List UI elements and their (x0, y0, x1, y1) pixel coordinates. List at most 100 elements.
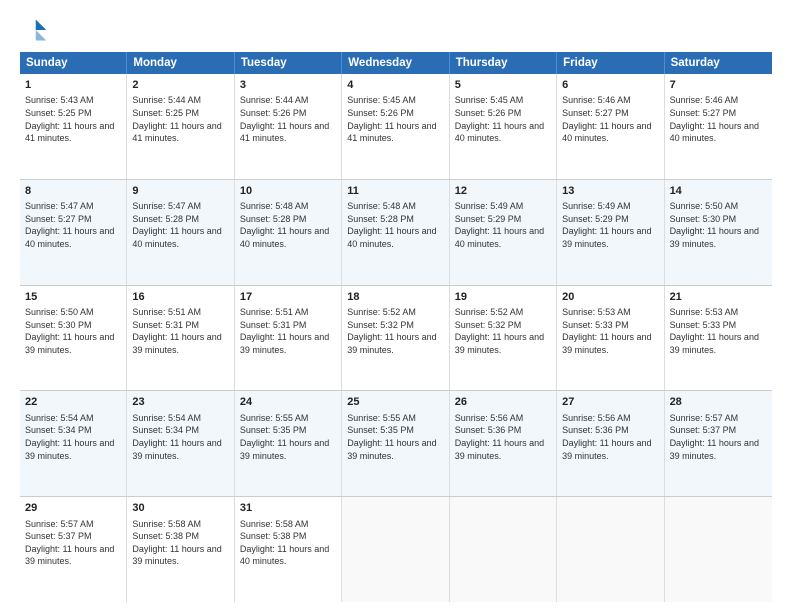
day-info: Sunset: 5:35 PM (240, 424, 336, 437)
day-info: Daylight: 11 hours and 39 minutes. (240, 331, 336, 356)
day-info: Sunrise: 5:53 AM (670, 306, 767, 319)
day-info: Sunrise: 5:53 AM (562, 306, 658, 319)
day-info: Daylight: 11 hours and 39 minutes. (670, 331, 767, 356)
cal-cell: 17Sunrise: 5:51 AMSunset: 5:31 PMDayligh… (235, 286, 342, 391)
cal-cell: 24 Sunrise: 5:55 AMSunset: 5:35 PMDayligh… (235, 391, 342, 496)
day-info: Daylight: 11 hours and 39 minutes. (455, 437, 551, 462)
cal-cell: 12Sunrise: 5:49 AMSunset: 5:29 PMDayligh… (450, 180, 557, 285)
day-number: 3 (240, 78, 336, 93)
day-info: Daylight: 11 hours and 39 minutes. (455, 331, 551, 356)
day-number: 5 (455, 78, 551, 93)
day-info: Daylight: 11 hours and 39 minutes. (240, 437, 336, 462)
day-info: Sunrise: 5:43 AM (25, 94, 121, 107)
cal-cell: 4Sunrise: 5:45 AMSunset: 5:26 PMDaylight… (342, 74, 449, 179)
day-info: Sunrise: 5:52 AM (347, 306, 443, 319)
cal-cell: 18Sunrise: 5:52 AMSunset: 5:32 PMDayligh… (342, 286, 449, 391)
cal-cell: 22Sunrise: 5:54 AMSunset: 5:34 PMDayligh… (20, 391, 127, 496)
cal-cell: 27Sunrise: 5:56 AMSunset: 5:36 PMDayligh… (557, 391, 664, 496)
cal-cell: 13Sunrise: 5:49 AMSunset: 5:29 PMDayligh… (557, 180, 664, 285)
day-info: Sunset: 5:38 PM (240, 530, 336, 543)
day-number: 7 (670, 78, 767, 93)
day-number: 14 (670, 184, 767, 199)
day-info: Sunset: 5:32 PM (347, 319, 443, 332)
calendar-header: Sunday Monday Tuesday Wednesday Thursday… (20, 52, 772, 74)
day-number: 28 (670, 395, 767, 410)
day-number: 6 (562, 78, 658, 93)
week-row-4: 22Sunrise: 5:54 AMSunset: 5:34 PMDayligh… (20, 391, 772, 497)
day-info: Sunset: 5:28 PM (347, 213, 443, 226)
day-number: 19 (455, 290, 551, 305)
day-info: Daylight: 11 hours and 40 minutes. (25, 225, 121, 250)
day-info: Sunset: 5:25 PM (132, 107, 228, 120)
day-info: Sunrise: 5:51 AM (132, 306, 228, 319)
day-info: Sunset: 5:32 PM (455, 319, 551, 332)
day-info: Sunset: 5:26 PM (240, 107, 336, 120)
day-info: Sunset: 5:26 PM (347, 107, 443, 120)
day-info: Sunrise: 5:44 AM (132, 94, 228, 107)
day-info: Sunrise: 5:49 AM (455, 200, 551, 213)
dow-sunday: Sunday (20, 52, 127, 74)
day-info: Daylight: 11 hours and 40 minutes. (562, 120, 658, 145)
day-info: Sunset: 5:30 PM (25, 319, 121, 332)
day-info: Sunset: 5:25 PM (25, 107, 121, 120)
day-info: Sunset: 5:30 PM (670, 213, 767, 226)
day-info: Sunrise: 5:54 AM (132, 412, 228, 425)
day-number: 12 (455, 184, 551, 199)
day-number: 30 (132, 501, 228, 516)
day-info: Sunrise: 5:44 AM (240, 94, 336, 107)
day-info: Sunrise: 5:45 AM (455, 94, 551, 107)
day-info: Daylight: 11 hours and 41 minutes. (347, 120, 443, 145)
day-info: Sunrise: 5:57 AM (25, 518, 121, 531)
header (20, 16, 772, 44)
day-number: 24 (240, 395, 336, 410)
day-info: Daylight: 11 hours and 39 minutes. (562, 437, 658, 462)
logo (20, 16, 52, 44)
day-info: Daylight: 11 hours and 40 minutes. (132, 225, 228, 250)
day-info: Daylight: 11 hours and 39 minutes. (670, 225, 767, 250)
day-info: Sunset: 5:29 PM (455, 213, 551, 226)
day-number: 27 (562, 395, 658, 410)
cal-cell: 5Sunrise: 5:45 AMSunset: 5:26 PMDaylight… (450, 74, 557, 179)
day-info: Sunrise: 5:49 AM (562, 200, 658, 213)
cal-cell: 29Sunrise: 5:57 AMSunset: 5:37 PMDayligh… (20, 497, 127, 602)
day-info: Sunset: 5:34 PM (25, 424, 121, 437)
day-info: Sunset: 5:28 PM (132, 213, 228, 226)
dow-thursday: Thursday (450, 52, 557, 74)
day-info: Daylight: 11 hours and 40 minutes. (240, 543, 336, 568)
day-info: Daylight: 11 hours and 39 minutes. (132, 437, 228, 462)
day-info: Sunset: 5:35 PM (347, 424, 443, 437)
day-number: 20 (562, 290, 658, 305)
day-info: Daylight: 11 hours and 39 minutes. (132, 331, 228, 356)
day-info: Daylight: 11 hours and 41 minutes. (25, 120, 121, 145)
day-info: Sunrise: 5:48 AM (240, 200, 336, 213)
day-info: Sunset: 5:34 PM (132, 424, 228, 437)
day-info: Sunrise: 5:55 AM (347, 412, 443, 425)
day-info: Sunrise: 5:55 AM (240, 412, 336, 425)
day-number: 18 (347, 290, 443, 305)
day-info: Daylight: 11 hours and 39 minutes. (347, 437, 443, 462)
cal-cell: 6Sunrise: 5:46 AMSunset: 5:27 PMDaylight… (557, 74, 664, 179)
dow-saturday: Saturday (665, 52, 772, 74)
cal-cell: 9Sunrise: 5:47 AMSunset: 5:28 PMDaylight… (127, 180, 234, 285)
day-info: Daylight: 11 hours and 41 minutes. (240, 120, 336, 145)
day-info: Sunrise: 5:46 AM (670, 94, 767, 107)
dow-wednesday: Wednesday (342, 52, 449, 74)
day-info: Sunset: 5:31 PM (240, 319, 336, 332)
cal-cell: 11Sunrise: 5:48 AMSunset: 5:28 PMDayligh… (342, 180, 449, 285)
cal-cell: 2Sunrise: 5:44 AMSunset: 5:25 PMDaylight… (127, 74, 234, 179)
cal-cell: 16Sunrise: 5:51 AMSunset: 5:31 PMDayligh… (127, 286, 234, 391)
day-info: Sunrise: 5:58 AM (240, 518, 336, 531)
day-info: Sunrise: 5:48 AM (347, 200, 443, 213)
day-info: Daylight: 11 hours and 40 minutes. (347, 225, 443, 250)
day-info: Sunset: 5:37 PM (670, 424, 767, 437)
day-number: 2 (132, 78, 228, 93)
cal-cell: 31Sunrise: 5:58 AMSunset: 5:38 PMDayligh… (235, 497, 342, 602)
day-info: Daylight: 11 hours and 39 minutes. (562, 331, 658, 356)
day-info: Daylight: 11 hours and 40 minutes. (240, 225, 336, 250)
day-info: Sunrise: 5:50 AM (670, 200, 767, 213)
cal-cell: 21Sunrise: 5:53 AMSunset: 5:33 PMDayligh… (665, 286, 772, 391)
calendar: Sunday Monday Tuesday Wednesday Thursday… (20, 52, 772, 602)
day-number: 1 (25, 78, 121, 93)
day-info: Daylight: 11 hours and 40 minutes. (455, 225, 551, 250)
logo-icon (20, 16, 48, 44)
